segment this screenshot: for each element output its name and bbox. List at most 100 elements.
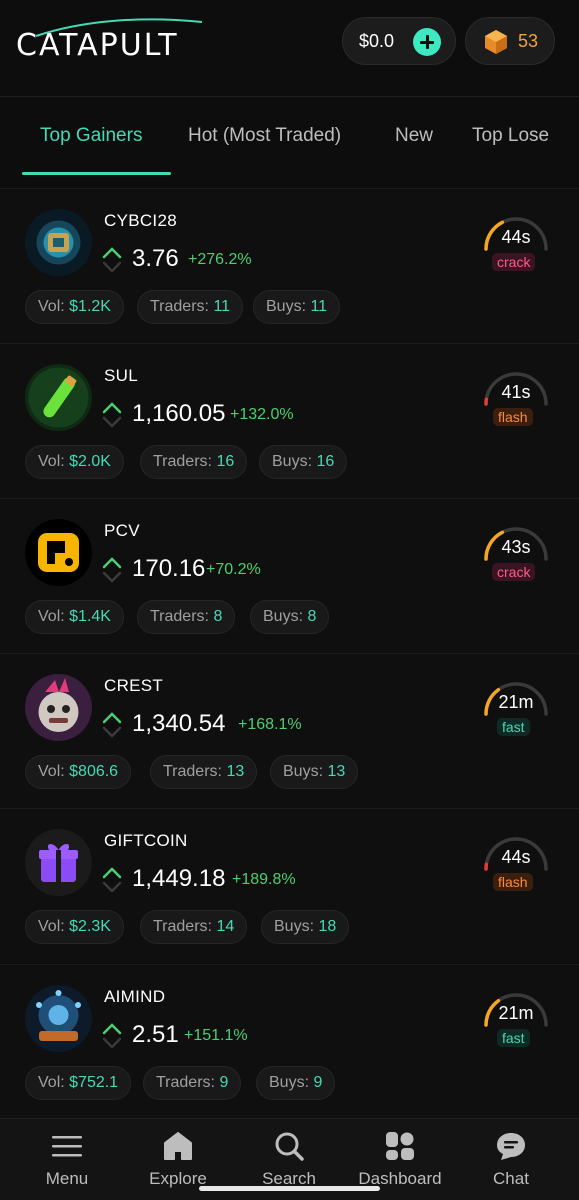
token-avatar-art <box>25 519 92 586</box>
chip-label: Traders: <box>156 1074 215 1091</box>
chip-label: Vol: <box>38 298 65 315</box>
chip-label: Traders: <box>153 918 212 935</box>
token-name[interactable]: CREST <box>104 676 163 696</box>
token-card[interactable]: PCV 170.16 +70.2% Vol: $1.4K Traders: 8 … <box>0 498 579 653</box>
volume-value: $752.1 <box>69 1074 119 1091</box>
volume-value: $2.3K <box>69 918 111 935</box>
buys-value: 16 <box>316 453 335 470</box>
token-avatar-art <box>25 985 92 1052</box>
token-avatar[interactable] <box>25 209 92 276</box>
token-avatar[interactable] <box>25 519 92 586</box>
chip-label: Buys: <box>283 763 324 780</box>
chip-label: Vol: <box>38 453 65 470</box>
price-change: +70.2% <box>206 561 261 578</box>
token-name[interactable]: CYBCI28 <box>104 211 177 231</box>
buys-chip: Buys: 9 <box>256 1066 336 1100</box>
dashboard-icon <box>386 1132 414 1160</box>
up-down-arrows-icon <box>102 247 122 273</box>
traders-chip: Traders: 14 <box>140 910 248 944</box>
nav-menu[interactable]: Menu <box>12 1119 122 1200</box>
chip-label: Traders: <box>150 608 209 625</box>
chip-label: Buys: <box>263 608 304 625</box>
buys-chip: Buys: 8 <box>250 600 330 634</box>
chip-label: Vol: <box>38 918 65 935</box>
volume-value: $2.0K <box>69 453 111 470</box>
wallet-balance[interactable]: $0.0 <box>342 17 456 65</box>
token-price: 3.76 <box>132 245 179 272</box>
token-card[interactable]: CREST 1,340.54 +168.1% Vol: $806.6 Trade… <box>0 653 579 808</box>
up-down-arrows-icon <box>102 557 122 583</box>
filter-tabs: Top Gainers Hot (Most Traded) New Top Lo… <box>0 96 579 176</box>
price-change: +151.1% <box>184 1027 248 1044</box>
token-price: 2.51 <box>132 1021 179 1048</box>
token-price: 170.16 <box>132 555 206 582</box>
buys-value: 11 <box>310 298 328 315</box>
gems-balance[interactable]: 53 <box>465 17 555 65</box>
tab-new[interactable]: New <box>395 125 433 147</box>
buys-value: 8 <box>307 608 317 625</box>
speed-badge: crack <box>492 563 536 581</box>
token-avatar[interactable] <box>25 674 92 741</box>
volume-chip: Vol: $2.0K <box>25 445 124 479</box>
timer-value: 21m <box>498 692 534 712</box>
timer-gauge: 21m fast <box>478 987 554 1047</box>
token-name[interactable]: PCV <box>104 521 140 541</box>
token-card[interactable]: AIMIND 2.51 +151.1% Vol: $752.1 Traders:… <box>0 964 579 1118</box>
chip-label: Buys: <box>266 298 307 315</box>
nav-chat[interactable]: Chat <box>456 1119 566 1200</box>
token-name[interactable]: AIMIND <box>104 987 165 1007</box>
buys-value: 18 <box>318 918 337 935</box>
traders-value: 9 <box>219 1074 229 1091</box>
token-avatar-art <box>25 364 92 431</box>
traders-value: 8 <box>213 608 223 625</box>
catapult-logo[interactable]: CATAPULT <box>16 18 216 63</box>
speed-badge: flash <box>493 408 533 426</box>
buys-chip: Buys: 11 <box>253 290 341 324</box>
buys-chip: Buys: 16 <box>259 445 348 479</box>
token-avatar[interactable] <box>25 985 92 1052</box>
volume-chip: Vol: $1.4K <box>25 600 124 634</box>
chip-label: Vol: <box>38 608 65 625</box>
nav-label: Menu <box>45 1169 89 1188</box>
app-header: CATAPULT $0.0 53 <box>0 0 579 96</box>
price-change: +132.0% <box>230 406 294 423</box>
token-price: 1,449.18 <box>132 865 226 892</box>
speed-badge: flash <box>493 873 533 891</box>
up-down-arrows-icon <box>102 867 122 893</box>
token-name[interactable]: GIFTCOIN <box>104 831 188 851</box>
home-indicator <box>199 1186 380 1191</box>
volume-value: $1.4K <box>69 608 111 625</box>
speed-badge: fast <box>497 1029 530 1047</box>
token-name[interactable]: SUL <box>104 366 138 386</box>
speed-badge: crack <box>492 253 536 271</box>
price-change: +276.2% <box>188 251 252 268</box>
volume-chip: Vol: $752.1 <box>25 1066 132 1100</box>
buys-value: 13 <box>327 763 346 780</box>
buys-chip: Buys: 13 <box>270 755 359 789</box>
price-change: +168.1% <box>238 716 302 733</box>
traders-value: 13 <box>226 763 245 780</box>
price-change: +189.8% <box>232 871 296 888</box>
tab-hot-most-traded[interactable]: Hot (Most Traded) <box>188 125 341 147</box>
token-card[interactable]: GIFTCOIN 1,449.18 +189.8% Vol: $2.3K Tra… <box>0 808 579 963</box>
traders-value: 14 <box>216 918 235 935</box>
add-funds-button[interactable] <box>413 28 441 56</box>
traders-chip: Traders: 8 <box>137 600 236 634</box>
tab-top-gainers[interactable]: Top Gainers <box>40 125 142 147</box>
token-card[interactable]: SUL 1,160.05 +132.0% Vol: $2.0K Traders:… <box>0 343 579 498</box>
speed-badge: fast <box>497 718 530 736</box>
balance-amount: $0.0 <box>359 31 395 51</box>
timer-gauge: 21m fast <box>478 676 554 736</box>
token-avatar-art <box>25 674 92 741</box>
buys-value: 9 <box>313 1074 323 1091</box>
volume-chip: Vol: $2.3K <box>25 910 124 944</box>
token-avatar-art <box>25 209 92 276</box>
timer-value: 41s <box>501 382 531 402</box>
token-avatar[interactable] <box>25 364 92 431</box>
nav-label: Chat <box>493 1169 529 1188</box>
token-card[interactable]: CYBCI28 3.76 +276.2% Vol: $1.2K Traders:… <box>0 188 579 343</box>
tab-top-losers[interactable]: Top Lose <box>472 125 549 147</box>
token-avatar[interactable] <box>25 829 92 896</box>
menu-icon <box>52 1136 82 1157</box>
active-tab-indicator <box>22 172 171 175</box>
